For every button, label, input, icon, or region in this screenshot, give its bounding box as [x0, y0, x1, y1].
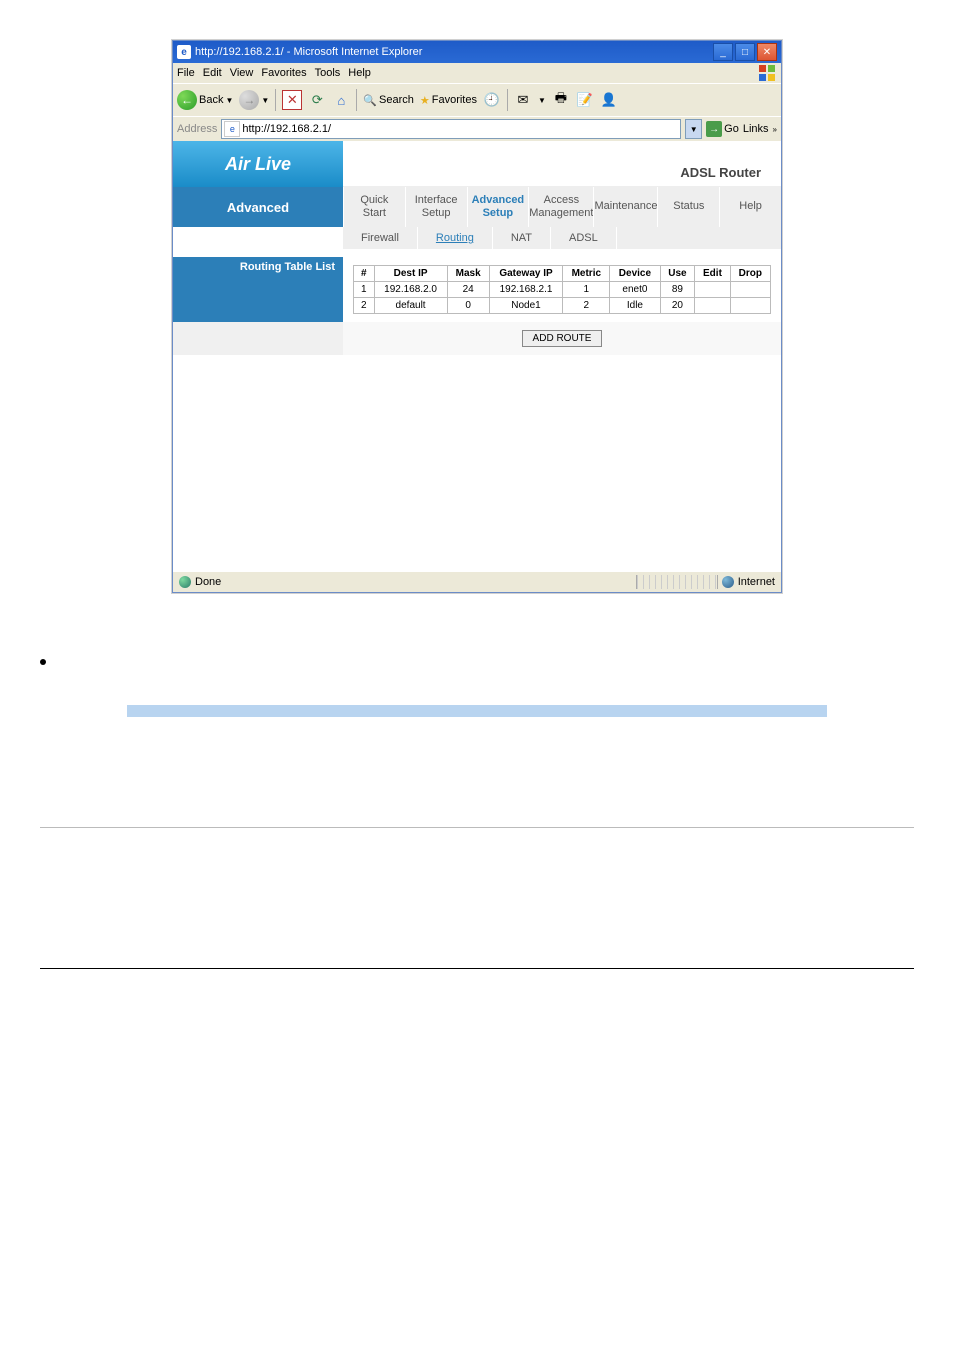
- tab-quick-start[interactable]: QuickStart: [343, 187, 405, 227]
- divider: [40, 968, 914, 969]
- links-chevron-icon: »: [773, 125, 777, 134]
- mail-icon[interactable]: ✉: [514, 91, 532, 109]
- star-icon: ★: [420, 94, 430, 107]
- separator: [507, 89, 508, 111]
- subtab-nat[interactable]: NAT: [493, 227, 551, 249]
- routing-table: # Dest IP Mask Gateway IP Metric Device …: [353, 265, 771, 314]
- stop-icon[interactable]: ✕: [282, 90, 302, 110]
- col-use: Use: [660, 266, 695, 282]
- menu-edit[interactable]: Edit: [203, 67, 222, 79]
- page-icon: e: [224, 121, 240, 137]
- tab-help[interactable]: Help: [719, 187, 781, 227]
- address-dropdown[interactable]: ▼: [685, 119, 702, 139]
- done-icon: [179, 576, 191, 588]
- menubar: File Edit View Favorites Tools Help: [173, 63, 781, 83]
- left-nav-title: Advanced: [173, 187, 343, 227]
- bullet-item: [0, 653, 954, 665]
- refresh-icon[interactable]: ⟳: [308, 91, 326, 109]
- desc-header-label: [127, 705, 337, 717]
- go-button[interactable]: → Go: [706, 121, 739, 137]
- edit-icon[interactable]: 📝: [576, 91, 594, 109]
- history-icon[interactable]: 🕘: [483, 91, 501, 109]
- bullet-icon: [40, 659, 46, 665]
- address-label: Address: [177, 123, 217, 135]
- titlebar: e http://192.168.2.1/ - Microsoft Intern…: [173, 41, 781, 63]
- menu-file[interactable]: File: [177, 67, 195, 79]
- messenger-icon[interactable]: 👤: [600, 91, 618, 109]
- subtab-adsl[interactable]: ADSL: [551, 227, 617, 249]
- col-num: #: [354, 266, 375, 282]
- ie-icon: e: [177, 45, 191, 59]
- minimize-button[interactable]: _: [713, 43, 733, 61]
- col-gateway: Gateway IP: [489, 266, 563, 282]
- col-drop: Drop: [730, 266, 770, 282]
- chevron-down-icon: ▼: [225, 96, 233, 105]
- section-title: Routing Table List: [173, 257, 343, 322]
- description-table: [127, 705, 827, 767]
- table-row: 1192.168.2.024192.168.2.11enet089: [354, 282, 771, 298]
- home-icon[interactable]: ⌂: [332, 91, 350, 109]
- tab-access-management[interactable]: AccessManagement: [528, 187, 593, 227]
- internet-icon: [722, 576, 734, 588]
- menu-view[interactable]: View: [230, 67, 254, 79]
- windows-logo-icon: [755, 63, 779, 83]
- logo: Air Live: [173, 141, 343, 187]
- col-device: Device: [610, 266, 660, 282]
- page-content: Air Live ADSL Router Advanced QuickStart…: [173, 141, 781, 571]
- tab-status[interactable]: Status: [657, 187, 719, 227]
- subtab-routing[interactable]: Routing: [418, 227, 493, 249]
- toolbar: ← Back ▼ → ▼ ✕ ⟳ ⌂ 🔍 Search ★ Favorites …: [173, 83, 781, 116]
- back-button[interactable]: ← Back ▼: [177, 90, 233, 110]
- address-input[interactable]: e http://192.168.2.1/: [221, 119, 681, 139]
- tab-maintenance[interactable]: Maintenance: [593, 187, 657, 227]
- menu-help[interactable]: Help: [348, 67, 371, 79]
- tab-interface-setup[interactable]: InterfaceSetup: [405, 187, 467, 227]
- col-edit: Edit: [695, 266, 730, 282]
- separator: [275, 89, 276, 111]
- divider: [40, 827, 914, 828]
- add-route-button[interactable]: ADD ROUTE: [522, 330, 603, 347]
- search-icon: 🔍: [363, 94, 377, 107]
- subtab-firewall[interactable]: Firewall: [343, 227, 418, 249]
- ie-window: e http://192.168.2.1/ - Microsoft Intern…: [172, 40, 782, 593]
- col-mask: Mask: [447, 266, 489, 282]
- window-title: http://192.168.2.1/ - Microsoft Internet…: [195, 46, 422, 58]
- go-icon: →: [706, 121, 722, 137]
- address-url: http://192.168.2.1/: [242, 123, 678, 135]
- table-row: 2default0Node12Idle20: [354, 298, 771, 314]
- desc-header-desc: [337, 705, 827, 717]
- links-label[interactable]: Links: [743, 123, 769, 135]
- status-separator: [636, 575, 718, 589]
- print-icon[interactable]: 🖶: [552, 91, 570, 109]
- forward-button[interactable]: → ▼: [239, 90, 269, 110]
- maximize-button[interactable]: □: [735, 43, 755, 61]
- statusbar: Done Internet: [173, 571, 781, 592]
- zone-text: Internet: [738, 576, 775, 588]
- chevron-down-icon: ▼: [261, 96, 269, 105]
- col-destip: Dest IP: [374, 266, 447, 282]
- status-text: Done: [195, 576, 221, 588]
- col-metric: Metric: [563, 266, 610, 282]
- menu-favorites[interactable]: Favorites: [261, 67, 306, 79]
- separator: [356, 89, 357, 111]
- product-title: ADSL Router: [343, 141, 781, 187]
- close-button[interactable]: ✕: [757, 43, 777, 61]
- tab-advanced-setup[interactable]: AdvancedSetup: [467, 187, 529, 227]
- chevron-down-icon: ▼: [538, 96, 546, 105]
- search-button[interactable]: 🔍 Search: [363, 94, 414, 107]
- menu-tools[interactable]: Tools: [315, 67, 341, 79]
- addressbar: Address e http://192.168.2.1/ ▼ → Go Lin…: [173, 116, 781, 141]
- forward-icon: →: [239, 90, 259, 110]
- back-icon: ←: [177, 90, 197, 110]
- desc-row: [127, 717, 827, 767]
- favorites-button[interactable]: ★ Favorites: [420, 94, 477, 107]
